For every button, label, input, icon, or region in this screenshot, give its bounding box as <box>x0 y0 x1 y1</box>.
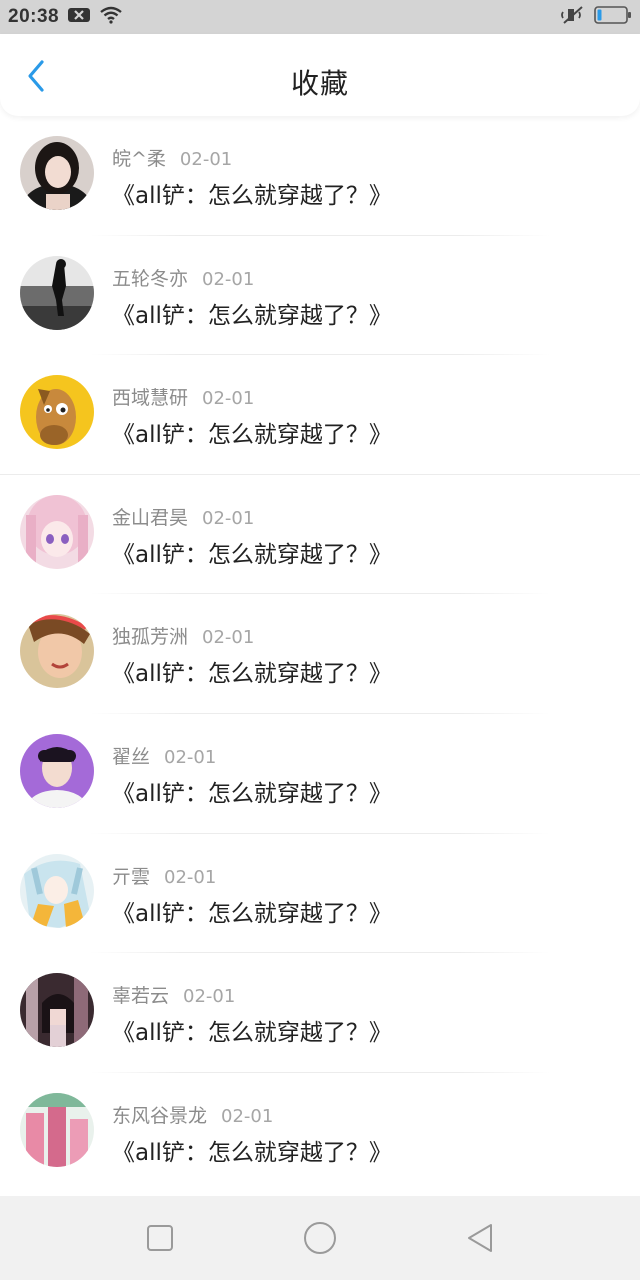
mute-icon <box>560 5 586 29</box>
book-title: 《all铲：怎么就穿越了？》 <box>112 900 392 927</box>
user-name: 辜若云 <box>112 985 170 1008</box>
book-title: 《all铲：怎么就穿越了？》 <box>112 1139 392 1166</box>
notification-icon <box>67 7 91 27</box>
user-name: 翟丝 <box>112 745 151 768</box>
wifi-icon <box>99 6 123 28</box>
system-nav-bar <box>0 1196 640 1280</box>
triangle-left-icon <box>468 1224 492 1252</box>
item-meta: 翟丝 02-01 <box>112 742 216 769</box>
list-item[interactable]: 翟丝 02-01 《all铲：怎么就穿越了？》 <box>0 714 640 834</box>
avatar <box>20 375 94 450</box>
list-item[interactable]: 金山君昊 02-01 《all铲：怎么就穿越了？》 <box>0 475 640 595</box>
favorites-list: 皖^柔 02-01 《all铲：怎么就穿越了？》 五轮冬亦 02-01 《all铲：… <box>0 116 640 1192</box>
back-nav-button[interactable] <box>456 1214 504 1262</box>
book-title: 《all铲：怎么就穿越了？》 <box>112 661 392 688</box>
list-item[interactable]: 五轮冬亦 02-01 《all铲：怎么就穿越了？》 <box>0 236 640 356</box>
avatar <box>20 136 94 210</box>
user-name: 金山君昊 <box>112 506 189 529</box>
post-date: 02-01 <box>164 866 217 888</box>
item-meta: 亓雲 02-01 <box>112 862 216 889</box>
recents-button[interactable] <box>136 1214 184 1262</box>
post-date: 02-01 <box>179 149 233 170</box>
list-item[interactable]: 辜若云 02-01 《all铲：怎么就穿越了？》 <box>0 953 640 1073</box>
item-meta: 金山君昊 02-01 <box>112 503 254 530</box>
page-title: 收藏 <box>290 67 349 100</box>
user-name: 亓雲 <box>112 865 151 888</box>
book-title: 《all铲：怎么就穿越了？》 <box>112 302 392 329</box>
avatar <box>20 1092 94 1167</box>
list-item[interactable]: 皖^柔 02-01 《all铲：怎么就穿越了？》 <box>0 116 640 236</box>
user-name: 皖^柔 <box>112 148 166 170</box>
battery-icon <box>594 5 632 29</box>
status-right-icons <box>560 5 632 29</box>
square-icon <box>147 1225 173 1251</box>
book-title: 《all铲：怎么就穿越了？》 <box>112 183 392 209</box>
avatar <box>20 733 94 808</box>
post-date: 02-01 <box>202 268 255 290</box>
user-name: 西域慧研 <box>112 387 189 410</box>
post-date: 02-01 <box>202 507 255 529</box>
item-meta: 皖^柔 02-01 <box>112 144 232 171</box>
book-title: 《all铲：怎么就穿越了？》 <box>112 1020 392 1047</box>
avatar <box>20 494 94 569</box>
avatar <box>20 255 94 330</box>
list-item[interactable]: 西域慧研 02-01 《all铲：怎么就穿越了？》 <box>0 355 640 475</box>
book-title: 《all铲：怎么就穿越了？》 <box>112 541 392 568</box>
list-item[interactable]: 亓雲 02-01 《all铲：怎么就穿越了？》 <box>0 834 640 954</box>
circle-icon <box>304 1222 336 1254</box>
list-item[interactable]: 独孤芳洲 02-01 《all铲：怎么就穿越了？》 <box>0 594 640 714</box>
item-meta: 辜若云 02-01 <box>112 981 235 1008</box>
header: 收藏 <box>0 34 640 116</box>
list-item[interactable]: 东风谷景龙 02-01 《all铲：怎么就穿越了？》 <box>0 1073 640 1193</box>
item-meta: 西域慧研 02-01 <box>112 383 254 410</box>
avatar <box>20 973 94 1048</box>
post-date: 02-01 <box>164 746 217 768</box>
avatar <box>20 853 94 928</box>
avatar <box>20 614 94 689</box>
status-time: 20:38 <box>8 6 60 27</box>
status-bar: 20:38 <box>0 0 640 34</box>
post-date: 02-01 <box>183 986 236 1008</box>
book-title: 《all铲：怎么就穿越了？》 <box>112 780 392 807</box>
user-name: 独孤芳洲 <box>112 626 189 649</box>
user-name: 五轮冬亦 <box>112 267 189 290</box>
item-meta: 五轮冬亦 02-01 <box>112 264 254 291</box>
post-date: 02-01 <box>202 627 255 649</box>
post-date: 02-01 <box>202 388 255 410</box>
status-left-icons <box>67 6 123 28</box>
item-meta: 东风谷景龙 02-01 <box>112 1101 273 1128</box>
home-button[interactable] <box>296 1214 344 1262</box>
book-title: 《all铲：怎么就穿越了？》 <box>112 422 392 449</box>
item-meta: 独孤芳洲 02-01 <box>112 622 254 649</box>
post-date: 02-01 <box>221 1105 274 1127</box>
user-name: 东风谷景龙 <box>112 1104 208 1127</box>
